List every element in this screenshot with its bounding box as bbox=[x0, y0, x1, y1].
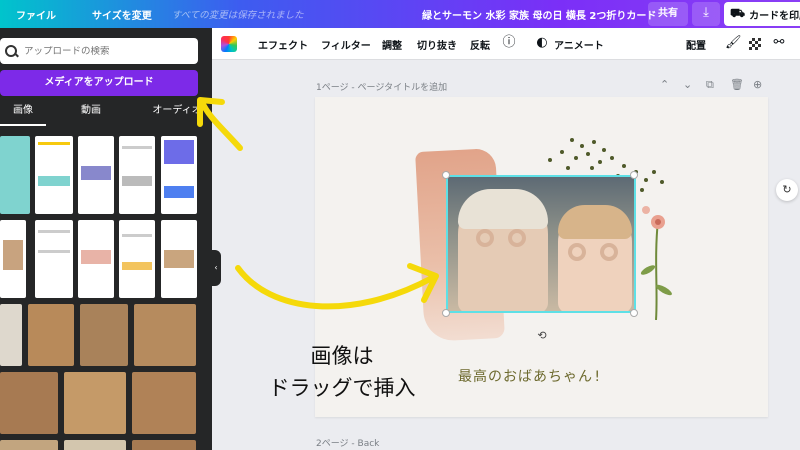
annotation-line-2: ドラッグで挿入 bbox=[268, 376, 416, 400]
adjust-button[interactable]: 調整 bbox=[382, 37, 402, 52]
image-thumbnail[interactable] bbox=[134, 304, 196, 366]
collapse-panel-button[interactable]: ‹ bbox=[211, 250, 221, 286]
search-input[interactable] bbox=[24, 45, 194, 57]
image-thumbnail[interactable] bbox=[35, 220, 73, 298]
page2-title[interactable]: 2ページ - Back bbox=[316, 436, 379, 449]
resize-menu[interactable]: サイズを変更 bbox=[92, 7, 152, 22]
rotate-icon[interactable]: ⟲ bbox=[536, 330, 548, 342]
top-bar: ファイル サイズを変更 すべての変更は保存されました 緑とサーモン 水彩 家族 … bbox=[0, 0, 800, 28]
resize-handle-top-right[interactable] bbox=[630, 171, 638, 179]
chevron-left-icon: ‹ bbox=[214, 263, 218, 272]
delete-page-icon[interactable]: 🗑 bbox=[730, 78, 744, 91]
duplicate-page-icon[interactable]: ⧉ bbox=[706, 78, 714, 92]
grandmother-figure bbox=[458, 189, 548, 311]
image-thumbnail[interactable] bbox=[64, 440, 126, 450]
image-thumbnail[interactable] bbox=[119, 136, 155, 214]
flip-button[interactable]: 反転 bbox=[470, 37, 490, 52]
watercolor-flower[interactable] bbox=[636, 200, 676, 320]
tab-videos[interactable]: 動画 bbox=[56, 100, 126, 126]
image-thumbnail[interactable] bbox=[28, 304, 74, 366]
chevron-up-icon[interactable]: ⌃ bbox=[660, 78, 669, 91]
file-menu[interactable]: ファイル bbox=[16, 7, 56, 22]
image-thumbnail[interactable] bbox=[0, 304, 22, 366]
print-card-label: カードを印刷 bbox=[749, 10, 800, 22]
share-button[interactable]: 共有 bbox=[648, 2, 688, 26]
link-icon[interactable]: ⚯ bbox=[771, 35, 787, 51]
refresh-icon: ↻ bbox=[782, 183, 792, 196]
refresh-side-button[interactable]: ↻ bbox=[776, 179, 798, 201]
annotation-line-1: 画像は bbox=[310, 344, 374, 368]
add-page-icon[interactable]: ⊕ bbox=[753, 78, 762, 91]
image-thumbnail[interactable] bbox=[161, 136, 197, 214]
save-status: すべての変更は保存されました bbox=[171, 10, 304, 21]
tab-audio[interactable]: オーディオ bbox=[142, 100, 212, 126]
resize-handle-bottom-left[interactable] bbox=[442, 309, 450, 317]
tab-images[interactable]: 画像 bbox=[0, 100, 46, 126]
image-thumbnail[interactable] bbox=[132, 440, 196, 450]
document-title[interactable]: 緑とサーモン 水彩 家族 母の日 横長 2つ折りカード bbox=[422, 7, 656, 22]
upload-media-button[interactable]: メディアをアップロード bbox=[0, 70, 198, 96]
animate-button[interactable]: アニメート bbox=[554, 37, 604, 52]
animate-icon: ◐ bbox=[536, 35, 548, 50]
image-thumbnail[interactable] bbox=[0, 220, 26, 298]
crop-button[interactable]: 切り抜き bbox=[417, 37, 457, 52]
image-thumbnail[interactable] bbox=[0, 440, 58, 450]
image-thumbnail[interactable] bbox=[64, 372, 126, 434]
uploads-panel: メディアをアップロード 画像 動画 オーディオ bbox=[0, 28, 212, 450]
child-figure bbox=[558, 205, 632, 311]
greeting-text[interactable]: 最高のおばあちゃん! bbox=[458, 366, 602, 386]
effects-button[interactable]: エフェクト bbox=[258, 37, 308, 52]
editor-toolbar: エフェクト フィルター 調整 切り抜き 反転 ⓘ ◐ アニメート 配置 🖌 ⚯ bbox=[212, 28, 800, 60]
annotation-caption: 画像は ドラッグで挿入 bbox=[252, 340, 432, 404]
filters-button[interactable]: フィルター bbox=[321, 37, 371, 52]
info-icon[interactable]: ⓘ bbox=[501, 35, 517, 51]
truck-icon: ⛟ bbox=[730, 6, 746, 20]
search-icon bbox=[4, 44, 18, 58]
page1-title[interactable]: 1ページ - ページタイトルを追加 bbox=[316, 80, 447, 93]
selected-family-photo[interactable] bbox=[446, 175, 636, 313]
image-thumbnail[interactable] bbox=[0, 372, 58, 434]
media-tabs: 画像 動画 オーディオ bbox=[0, 100, 212, 126]
color-palette-button[interactable] bbox=[221, 36, 237, 52]
download-icon: ⤓ bbox=[703, 5, 709, 20]
image-thumbnail[interactable] bbox=[35, 136, 73, 214]
transparency-icon[interactable] bbox=[749, 38, 761, 50]
chevron-down-icon[interactable]: ⌄ bbox=[683, 78, 692, 91]
image-thumbnail[interactable] bbox=[78, 220, 114, 298]
image-thumbnail[interactable] bbox=[119, 220, 155, 298]
download-button[interactable]: ⤓ bbox=[692, 2, 720, 26]
resize-handle-top-left[interactable] bbox=[442, 171, 450, 179]
print-card-button[interactable]: ⛟ カードを印刷 bbox=[724, 2, 800, 26]
image-thumbnail[interactable] bbox=[132, 372, 196, 434]
image-thumbnail[interactable] bbox=[161, 220, 197, 298]
image-thumbnail[interactable] bbox=[80, 304, 128, 366]
search-box[interactable] bbox=[0, 38, 198, 64]
uploaded-images-grid bbox=[0, 136, 212, 450]
image-thumbnail[interactable] bbox=[78, 136, 114, 214]
paint-roller-icon[interactable]: 🖌 bbox=[725, 35, 742, 51]
image-thumbnail[interactable] bbox=[0, 136, 30, 214]
position-button[interactable]: 配置 bbox=[686, 37, 706, 52]
